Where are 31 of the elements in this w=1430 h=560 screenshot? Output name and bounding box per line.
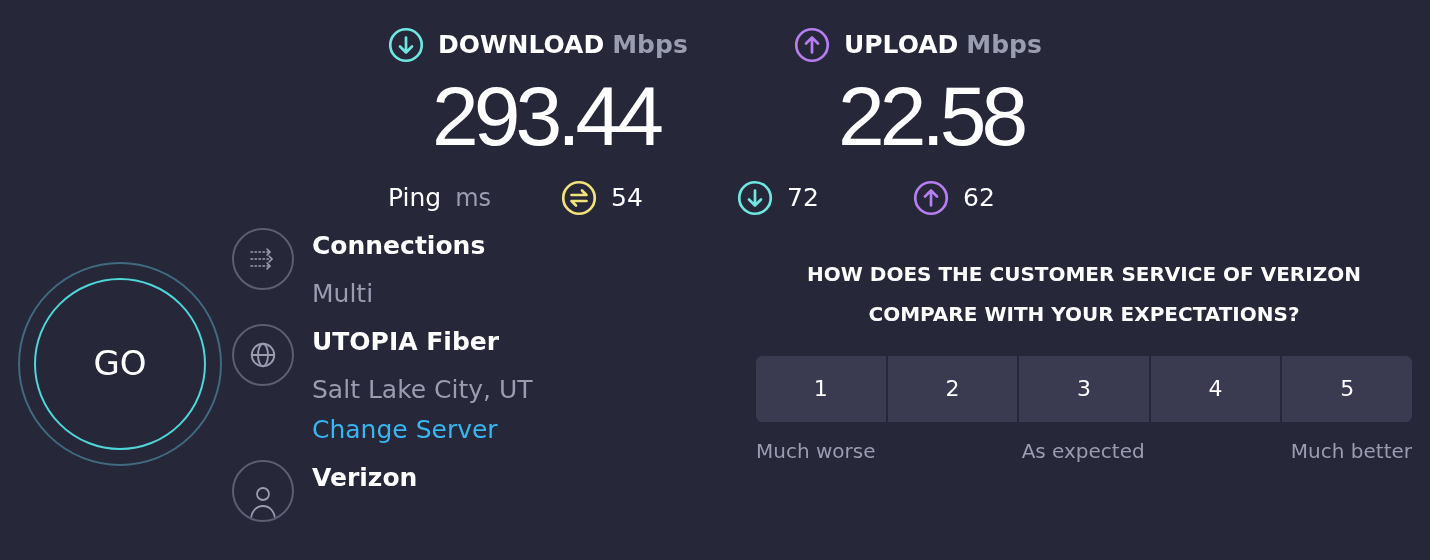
speed-unit: Mbps — [966, 29, 1042, 61]
speed-unit: Mbps — [612, 29, 688, 61]
exchange-icon — [561, 179, 598, 216]
info-title: Connections — [312, 229, 486, 262]
info-detail: Salt Lake City, UT — [312, 373, 533, 406]
scale-label: Much better — [1290, 437, 1412, 465]
change-server-link[interactable]: Change Server — [312, 411, 533, 448]
scale-label: As expected — [1021, 437, 1145, 465]
globe-icon — [232, 323, 294, 386]
speed-label: DOWNLOAD — [438, 29, 605, 61]
speed-label: UPLOAD — [844, 29, 959, 61]
rating-option[interactable]: 5 — [1282, 355, 1412, 422]
rating-option[interactable]: 2 — [887, 355, 1018, 422]
go-button[interactable]: GO — [34, 277, 206, 450]
rating-option[interactable]: 1 — [756, 355, 886, 422]
info-title: Verizon — [312, 461, 418, 494]
connections-icon — [232, 227, 294, 290]
info-title: UTOPIA Fiber — [312, 325, 501, 358]
survey-question: HOW DOES THE CUSTOMER SERVICE OF VERIZON COMPARE WITH YOUR EXPECTATIONS? — [806, 260, 1362, 328]
ping-value: 62 — [963, 181, 995, 214]
info-detail: Multi — [312, 277, 375, 310]
ping-unit: ms — [455, 182, 492, 214]
ping-label: Ping — [388, 181, 442, 214]
ping-value: 72 — [787, 181, 819, 214]
speed-value: 22.58 — [838, 73, 1025, 158]
speed-value: 293.44 — [432, 73, 661, 158]
rating-option[interactable]: 3 — [1019, 355, 1149, 422]
scale-label: Much worse — [756, 437, 876, 465]
rating-option[interactable]: 4 — [1150, 355, 1281, 422]
person-icon — [232, 459, 294, 522]
ping-value: 54 — [611, 181, 643, 214]
